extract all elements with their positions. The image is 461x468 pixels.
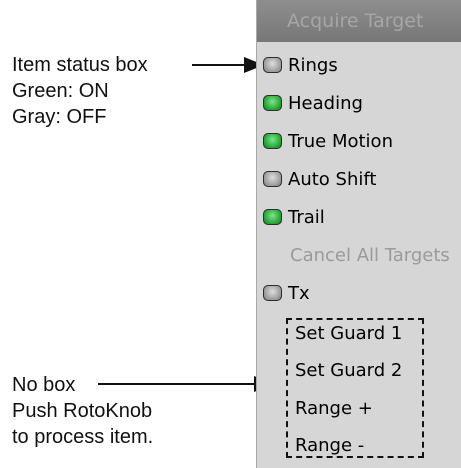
legend-process-item: to process item. — [12, 426, 154, 448]
legend-push-rotoknob: Push RotoKnob — [12, 400, 153, 422]
menu-item-label: Rings — [288, 54, 338, 76]
status-box-on-icon — [263, 209, 282, 225]
menu-item-tx[interactable]: Tx — [257, 274, 461, 312]
menu-item-true-motion[interactable]: True Motion — [257, 122, 461, 160]
status-box-on-icon — [263, 133, 282, 149]
menu-item-auto-shift[interactable]: Auto Shift — [257, 160, 461, 198]
menu-item-label: Cancel All Targets — [290, 244, 450, 266]
menu-item-trail[interactable]: Trail — [257, 198, 461, 236]
menu-item-heading[interactable]: Heading — [257, 84, 461, 122]
status-box-on-icon — [263, 95, 282, 111]
menu-item-label: Tx — [288, 282, 310, 304]
menu-header-acquire-target[interactable]: Acquire Target — [257, 0, 461, 42]
menu-item-label: Trail — [288, 206, 325, 228]
menu-item-label: True Motion — [288, 130, 393, 152]
status-box-off-icon — [263, 171, 282, 187]
menu-item-label: Heading — [288, 92, 363, 114]
legend-green-on: Green: ON — [12, 80, 109, 102]
legend-no-box: No box — [12, 374, 76, 396]
menu-item-rings[interactable]: Rings — [257, 46, 461, 84]
status-box-off-icon — [263, 285, 282, 301]
no-box-items-outline — [286, 318, 424, 458]
legend-title: Item status box — [12, 54, 148, 76]
status-box-legend: Item status box Green: ON Gray: OFF — [12, 52, 148, 130]
status-box-off-icon — [263, 57, 282, 73]
no-box-legend: No box Push RotoKnob to process item. — [12, 372, 153, 450]
legend-gray-off: Gray: OFF — [12, 106, 107, 128]
menu-item-cancel-all-targets: Cancel All Targets — [257, 236, 461, 274]
menu-item-label: Auto Shift — [288, 168, 377, 190]
